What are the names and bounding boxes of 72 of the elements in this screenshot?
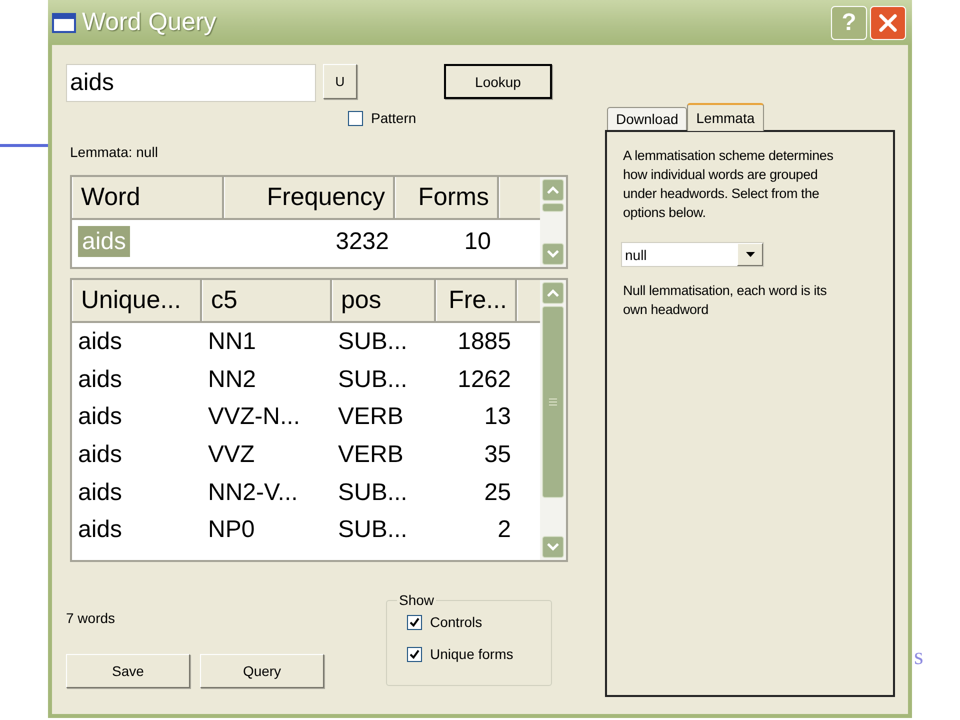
option-label: Unique forms — [430, 646, 514, 662]
accent-line — [0, 144, 50, 147]
option-label: Controls — [430, 614, 482, 630]
table-cell: VVZ — [208, 440, 255, 468]
option-checkbox[interactable] — [407, 614, 422, 630]
table-cell: aids — [78, 478, 122, 506]
table-cell: aids — [78, 366, 122, 393]
chevron-down-icon — [547, 250, 559, 258]
table-cell: NN1 — [208, 328, 256, 355]
table-cell: VVZ-N... — [208, 403, 300, 430]
action-button[interactable]: Query — [200, 654, 324, 688]
scroll-thumb[interactable] — [542, 306, 564, 498]
grip-icon — [549, 398, 557, 406]
scrollbar[interactable] — [540, 280, 566, 560]
table-cell: 35 — [484, 440, 511, 468]
slide-text: s — [914, 644, 924, 671]
table-cell: aids — [78, 403, 122, 430]
scroll-up-button[interactable] — [542, 282, 564, 304]
table-cell: SUB... — [338, 516, 408, 544]
table-cell: 2 — [498, 516, 511, 544]
word-count: 7 words — [66, 610, 116, 626]
chevron-up-icon — [547, 186, 559, 194]
pattern-checkbox[interactable] — [348, 110, 363, 126]
column-header[interactable]: Word — [72, 177, 224, 218]
scroll-down-button[interactable] — [542, 243, 564, 265]
window-icon — [52, 12, 76, 32]
table-cell: SUB... — [338, 478, 408, 506]
chevron-up-icon — [547, 289, 559, 297]
note-text: Null lemmatisation, each word is its own headword — [623, 282, 828, 319]
table-cell: 1262 — [458, 366, 511, 393]
column-header[interactable]: Fre... — [436, 280, 517, 321]
scroll-thumb[interactable] — [542, 203, 564, 212]
window-title: Word Query — [82, 8, 218, 37]
lookup-button[interactable]: Lookup — [444, 64, 552, 99]
table-cell: VERB — [338, 440, 404, 468]
chevron-down-icon — [547, 543, 559, 551]
column-header[interactable]: Unique... — [72, 280, 202, 321]
table-cell: NP0 — [208, 516, 255, 544]
table-cell: aids — [78, 328, 122, 355]
column-header[interactable]: c5 — [202, 280, 332, 321]
pattern-label: Pattern — [371, 110, 416, 126]
table-cell: NN2-V... — [208, 478, 298, 506]
scheme-dropdown[interactable]: null — [621, 242, 764, 267]
query-field[interactable]: aids — [66, 64, 316, 102]
table-cell: aids — [78, 440, 122, 468]
group-title: Show — [398, 592, 436, 608]
table-cell: SUB... — [338, 366, 408, 393]
lemmata-status: Lemmata: null — [70, 144, 159, 160]
table-cell: 1885 — [458, 328, 511, 355]
scrollbar[interactable] — [540, 177, 566, 267]
table-cell: aids — [78, 516, 122, 544]
column-header[interactable]: pos — [332, 280, 436, 321]
u-button[interactable]: U — [323, 64, 357, 99]
table-cell: 10 — [464, 228, 491, 255]
action-button[interactable]: Save — [66, 654, 190, 688]
tab[interactable]: Lemmata — [687, 103, 764, 131]
table-cell: 25 — [484, 478, 511, 506]
scroll-up-button[interactable] — [542, 179, 564, 201]
option-checkbox[interactable] — [407, 646, 422, 662]
description-text: A lemmatisation scheme determines how individual words are grouped under headwords. Select from the options below. — [623, 147, 834, 222]
table-cell: SUB... — [338, 328, 408, 355]
column-header[interactable]: Frequency — [224, 177, 395, 218]
close-button[interactable] — [870, 6, 906, 40]
scroll-down-button[interactable] — [542, 536, 564, 558]
tab[interactable]: Download — [607, 107, 688, 130]
table-cell: NN2 — [208, 366, 256, 393]
column-header[interactable]: Forms — [395, 177, 499, 218]
table-cell: 3232 — [336, 228, 389, 255]
table-cell: VERB — [338, 403, 404, 430]
close-icon — [878, 12, 898, 32]
dropdown-arrow-icon — [746, 252, 754, 257]
table-cell: 13 — [484, 403, 511, 430]
